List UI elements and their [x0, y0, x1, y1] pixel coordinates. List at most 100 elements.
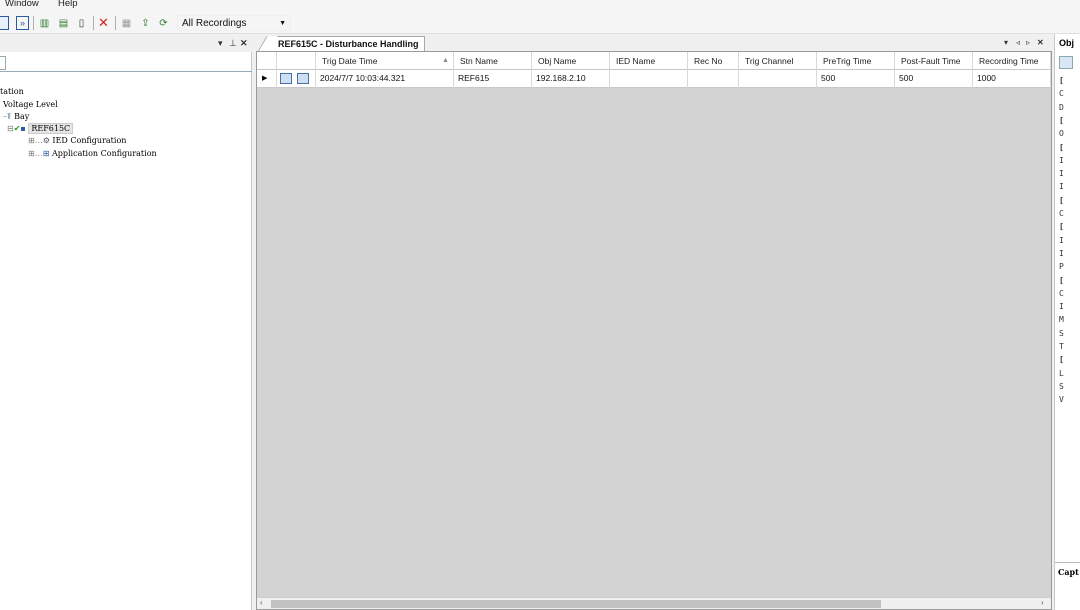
property-item[interactable]: I — [1059, 169, 1064, 178]
panel-menu-icon[interactable]: ▾ — [218, 38, 223, 49]
bay-icon: ⫪ — [7, 112, 12, 121]
menu-help[interactable]: Help — [58, 0, 78, 9]
property-item[interactable]: I — [1059, 236, 1064, 245]
ied-icon: ▪ — [20, 124, 26, 133]
property-category[interactable]: [ — [1059, 276, 1064, 285]
expand-node-icon[interactable]: ⊞ — [28, 136, 35, 145]
property-item[interactable]: T — [1059, 342, 1064, 351]
property-item[interactable]: P — [1059, 262, 1064, 271]
column-header-stn-name[interactable]: Stn Name — [454, 52, 532, 70]
scrollbar-thumb[interactable] — [271, 600, 881, 608]
close-icon[interactable]: ✕ — [240, 38, 248, 49]
window-icon[interactable] — [0, 16, 9, 30]
chevron-down-icon: ▼ — [279, 20, 286, 27]
tree-item-ied-configuration[interactable]: ⊞…⚙ IED Configuration — [28, 135, 126, 147]
menu-bar: Window Help — [0, 0, 1080, 12]
property-item[interactable]: C — [1059, 289, 1064, 298]
recordings-grid: Trig Date Time ▲ Stn Name Obj Name IED N… — [256, 51, 1052, 610]
column-header-ied-name[interactable]: IED Name — [610, 52, 688, 70]
panel-tab[interactable] — [0, 56, 6, 70]
tab-list-icon[interactable]: ▾ — [1004, 38, 1008, 47]
property-item[interactable]: L — [1059, 369, 1064, 378]
property-item[interactable]: I — [1059, 156, 1064, 165]
column-header-obj-name[interactable]: Obj Name — [532, 52, 610, 70]
cell-trig-channel[interactable] — [739, 70, 817, 88]
expand-node-icon[interactable]: ⊞ — [28, 149, 35, 158]
waveform-icon[interactable] — [280, 73, 292, 84]
collapse-icon[interactable]: » — [16, 16, 29, 30]
cell-stn-name[interactable]: REF615 — [454, 70, 532, 88]
property-category[interactable]: [ — [1059, 116, 1064, 125]
tree-item-bay[interactable]: –⫪ Bay — [3, 111, 29, 123]
grid-header: Trig Date Time ▲ Stn Name Obj Name IED N… — [257, 52, 1051, 70]
property-item[interactable]: O — [1059, 129, 1064, 138]
toolbar: » ▥ ▤ ▯ ✕ ▦ ⇪ ⟳ All Recordings ▼ — [0, 12, 1080, 34]
scroll-right-icon[interactable]: › — [1041, 598, 1044, 607]
tree-item-ref615c[interactable]: ⊟✔▪ REF615C — [7, 123, 74, 135]
scroll-left-icon[interactable]: ‹ — [260, 598, 263, 607]
copy-icon[interactable]: ▯ — [75, 16, 88, 30]
property-item[interactable]: S — [1059, 329, 1064, 338]
column-header-rec-no[interactable]: Rec No — [688, 52, 739, 70]
cell-post-fault-time[interactable]: 500 — [895, 70, 973, 88]
sort-ascending-icon: ▲ — [442, 57, 449, 64]
toolbar-separator — [33, 16, 34, 30]
column-header-trig-date-time[interactable]: Trig Date Time ▲ — [316, 52, 454, 70]
property-item[interactable]: I — [1059, 249, 1064, 258]
tab-disturbance-handling[interactable]: REF615C - Disturbance Handling — [268, 36, 425, 51]
property-item[interactable]: I — [1059, 302, 1064, 311]
categorized-view-icon[interactable] — [1059, 56, 1073, 69]
row-selector-icon[interactable]: ▶ — [257, 70, 277, 88]
cell-recording-time[interactable]: 1000 — [973, 70, 1051, 88]
icon-column-header — [277, 52, 316, 70]
column-header-pretrig-time[interactable]: PreTrig Time — [817, 52, 895, 70]
column-header-recording-time[interactable]: Recording Time — [973, 52, 1051, 70]
property-item[interactable]: C — [1059, 89, 1064, 98]
cell-ied-name[interactable] — [610, 70, 688, 88]
column-header-post-fault-time[interactable]: Post-Fault Time — [895, 52, 973, 70]
tab-prev-icon[interactable]: ◃ — [1016, 38, 1020, 47]
upload-icon[interactable]: ▤ — [57, 16, 70, 30]
refresh-icon[interactable]: ⟳ — [157, 16, 170, 30]
menu-window[interactable]: Window — [5, 0, 39, 9]
gear-icon: ⚙ — [42, 136, 50, 145]
property-category[interactable]: [ — [1059, 196, 1064, 205]
export-icon[interactable]: ⇪ — [139, 16, 152, 30]
tree-item-application-configuration[interactable]: ⊞…⊞ Application Configuration — [28, 148, 157, 160]
panel-title: Obj — [1059, 38, 1074, 48]
property-category[interactable]: [ — [1059, 76, 1064, 85]
report-view-icon[interactable] — [297, 73, 309, 84]
recordings-filter-select[interactable]: All Recordings ▼ — [177, 15, 291, 31]
tree-item-voltage-level[interactable]: Voltage Level — [3, 99, 58, 111]
property-item[interactable]: I — [1059, 182, 1064, 191]
pin-icon[interactable]: ⊥ — [229, 38, 237, 49]
column-header-trig-channel[interactable]: Trig Channel — [739, 52, 817, 70]
delete-icon[interactable]: ✕ — [97, 15, 110, 30]
panel-header: ▾ ⊥ ✕ — [0, 34, 252, 52]
cell-pretrig-time[interactable]: 500 — [817, 70, 895, 88]
cell-rec-no[interactable] — [688, 70, 739, 88]
row-icons-cell — [277, 70, 316, 88]
application-icon: ⊞ — [42, 149, 50, 158]
recordings-filter-value: All Recordings — [182, 18, 247, 29]
cell-obj-name[interactable]: 192.168.2.10 — [532, 70, 610, 88]
property-item[interactable]: V — [1059, 395, 1064, 404]
property-category[interactable]: [ — [1059, 355, 1064, 364]
close-icon[interactable]: ✕ — [1037, 38, 1044, 47]
horizontal-scrollbar[interactable]: ‹ › — [257, 597, 1051, 609]
collapse-node-icon[interactable]: ⊟ — [7, 124, 14, 133]
cell-trig-date-time[interactable]: 2024/7/7 10:03:44.321 — [316, 70, 454, 88]
property-category[interactable]: [ — [1059, 222, 1064, 231]
property-item[interactable]: C — [1059, 209, 1064, 218]
report-icon[interactable]: ▦ — [120, 16, 133, 30]
property-item[interactable]: M — [1059, 315, 1064, 324]
property-category[interactable]: [ — [1059, 143, 1064, 152]
read-recordings-icon[interactable]: ▥ — [38, 16, 51, 30]
toolbar-separator — [115, 16, 116, 30]
tree-item-station[interactable]: tation — [0, 86, 24, 98]
tab-next-icon[interactable]: ▹ — [1026, 38, 1030, 47]
object-properties-panel: Obj [C D[O[I I I[C[I I P[C I M S T[L S V Capt — [1054, 34, 1080, 610]
table-row[interactable]: ▶ 2024/7/7 10:03:44.321 REF615 192.168.2… — [257, 70, 1051, 88]
property-item[interactable]: D — [1059, 103, 1064, 112]
property-item[interactable]: S — [1059, 382, 1064, 391]
